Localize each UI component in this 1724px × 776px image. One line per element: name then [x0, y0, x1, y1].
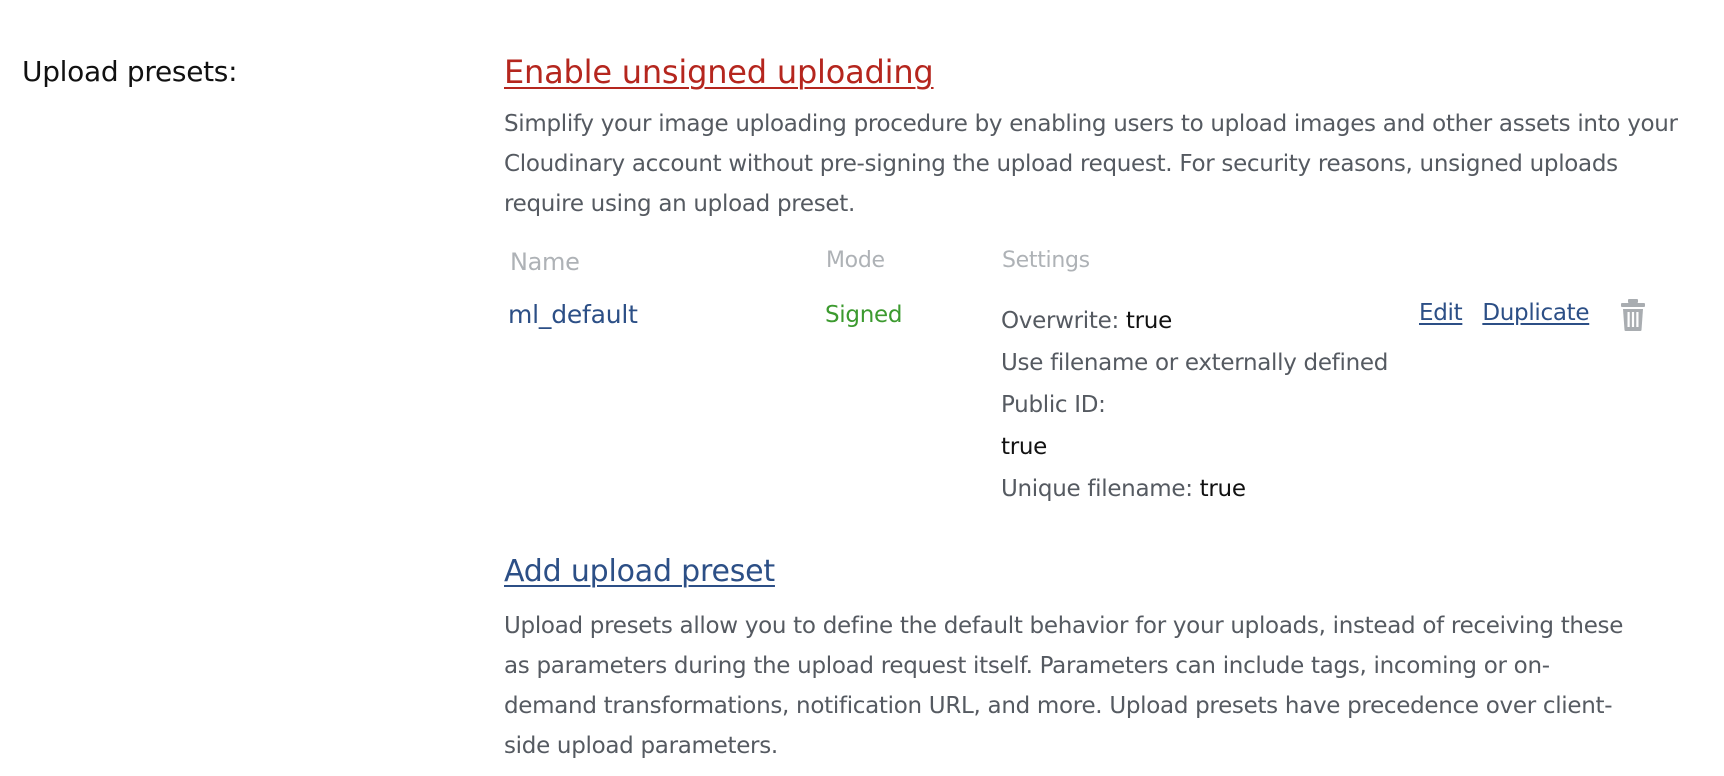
preset-settings: Overwrite: true Use filename or external… — [1001, 300, 1411, 510]
setting-overwrite-label: Overwrite: — [1001, 308, 1119, 334]
enable-unsigned-uploading-link[interactable]: Enable unsigned uploading — [504, 53, 934, 91]
setting-use-filename-label-line1: Use filename or externally defined — [1001, 350, 1388, 376]
preset-mode: Signed — [825, 302, 903, 328]
add-upload-preset-link[interactable]: Add upload preset — [504, 554, 775, 589]
setting-unique-filename-value: true — [1199, 476, 1246, 502]
upload-presets-description: Upload presets allow you to define the d… — [504, 613, 1624, 759]
column-header-settings: Settings — [1002, 248, 1090, 273]
edit-preset-link[interactable]: Edit — [1419, 300, 1463, 326]
upload-presets-panel: Enable unsigned uploading Simplify your … — [504, 53, 1694, 766]
setting-use-filename-label-line2: Public ID: — [1001, 392, 1106, 418]
setting-overwrite: Overwrite: true — [1001, 300, 1411, 342]
column-header-mode: Mode — [826, 248, 885, 273]
setting-unique-filename-label: Unique filename: — [1001, 476, 1193, 502]
column-header-name: Name — [510, 248, 580, 276]
preset-actions: Edit Duplicate — [1419, 300, 1590, 326]
trash-icon[interactable] — [1618, 298, 1648, 332]
unsigned-uploading-description: Simplify your image uploading procedure … — [504, 111, 1678, 217]
setting-use-filename-value: true — [1001, 434, 1048, 460]
duplicate-preset-link[interactable]: Duplicate — [1482, 300, 1589, 326]
section-label-upload-presets: Upload presets: — [22, 55, 238, 88]
preset-name: ml_default — [508, 300, 638, 329]
setting-overwrite-value: true — [1125, 308, 1172, 334]
setting-unique-filename: Unique filename: true — [1001, 468, 1411, 510]
upload-presets-table: Name Mode Settings ml_default Signed Ove… — [504, 248, 1694, 538]
